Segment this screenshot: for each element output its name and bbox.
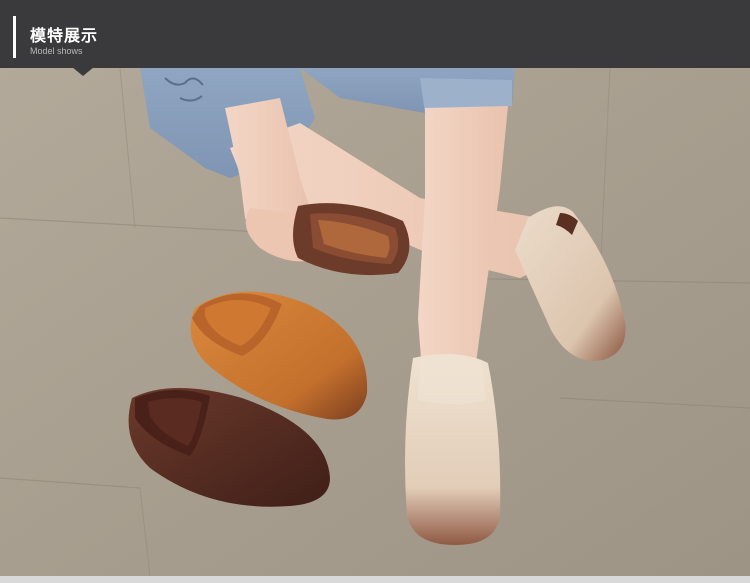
model-photo	[0, 68, 750, 576]
header-pointer	[72, 67, 94, 76]
section-header: 模特展示 Model shows	[0, 0, 750, 68]
section-subtitle: Model shows	[30, 46, 83, 56]
bottom-divider	[0, 576, 750, 583]
floor-background	[0, 68, 750, 576]
product-detail-page: 模特展示 Model shows	[0, 0, 750, 583]
photo-illustration	[0, 68, 750, 576]
header-accent-bar	[13, 16, 16, 58]
section-title: 模特展示	[30, 26, 99, 45]
